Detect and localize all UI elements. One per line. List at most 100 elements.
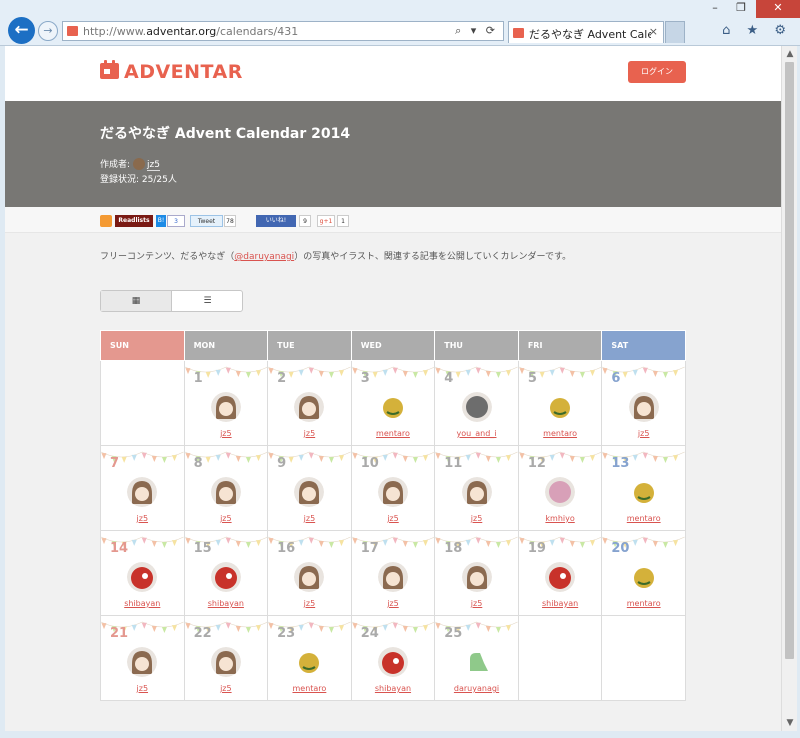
user-avatar-jz5[interactable] [294, 562, 325, 592]
day-cell-10: 10 jz5 [350, 445, 436, 531]
tab-favicon-icon [513, 28, 524, 38]
user-link[interactable]: daruyanagi [436, 684, 518, 693]
day-cell-17: 17 jz5 [350, 530, 436, 616]
user-link[interactable]: jz5 [352, 599, 434, 608]
user-link[interactable]: you_and_i [436, 429, 518, 438]
address-url[interactable]: http://www.adventar.org/calendars/431 [83, 25, 298, 38]
user-avatar-mentaro[interactable] [545, 392, 576, 422]
day-number: 23 [277, 626, 296, 641]
user-link[interactable]: kmhiyo [519, 514, 601, 523]
user-avatar-mentaro[interactable] [628, 562, 659, 592]
user-link[interactable]: jz5 [185, 429, 267, 438]
day-cell-23: 23 mentaro [267, 615, 352, 701]
user-link[interactable]: shibayan [101, 599, 183, 608]
user-link[interactable]: jz5 [185, 684, 267, 693]
creator-avatar[interactable] [133, 158, 146, 170]
user-avatar-shibayan[interactable] [545, 562, 576, 592]
user-avatar-daruyanagi[interactable] [461, 647, 492, 677]
calendar-view-icon[interactable]: ▦ [101, 291, 172, 311]
scroll-down-icon[interactable]: ▼ [782, 718, 798, 728]
user-avatar-mentaro[interactable] [377, 392, 408, 422]
user-avatar-mentaro[interactable] [628, 477, 659, 507]
user-avatar-jz5[interactable] [377, 562, 408, 592]
user-link[interactable]: mentaro [603, 599, 685, 608]
calendar-description: フリーコンテンツ、だるやなぎ（@daruyanagi）の写真やイラスト、関連する… [100, 252, 572, 262]
login-button[interactable]: ログイン [628, 61, 686, 83]
user-avatar-jz5[interactable] [461, 562, 492, 592]
user-avatar-jz5[interactable] [127, 477, 158, 507]
user-avatar-jz5[interactable] [461, 477, 492, 507]
day-number: 17 [360, 541, 379, 556]
list-view-icon[interactable]: ☰ [172, 291, 243, 311]
calendar-week: 14 shibayan 15 shibayan 16 jz5 17 jz5 18 jz5 19 shi… [100, 530, 686, 616]
user-link[interactable]: jz5 [603, 429, 685, 438]
restore-button[interactable]: ❐ [728, 0, 754, 18]
user-link[interactable]: mentaro [352, 429, 434, 438]
user-avatar-jz5[interactable] [210, 477, 241, 507]
day-number: 5 [527, 371, 537, 386]
day-number: 12 [527, 456, 546, 471]
readlists-button[interactable]: Readlists [115, 215, 153, 227]
browser-tools[interactable]: ⌂ ★ ⚙ [722, 23, 792, 38]
day-number: 18 [444, 541, 463, 556]
day-cell-18: 18 jz5 [434, 530, 519, 616]
user-avatar-kmhiyo[interactable] [545, 477, 576, 507]
registration-status: 登録状況: 25/25人 [100, 175, 177, 185]
user-avatar-shibayan[interactable] [210, 562, 241, 592]
back-button[interactable]: ← [8, 17, 35, 44]
tweet-button[interactable]: Tweet [190, 215, 223, 227]
scroll-up-icon[interactable]: ▲ [782, 49, 798, 59]
rss-icon[interactable] [100, 215, 112, 227]
user-link[interactable]: shibayan [519, 599, 601, 608]
user-avatar-you_and_i[interactable] [461, 392, 492, 422]
user-link[interactable]: jz5 [185, 514, 267, 523]
tab-close-icon[interactable]: × [649, 25, 658, 38]
user-link[interactable]: shibayan [185, 599, 267, 608]
user-avatar-jz5[interactable] [377, 477, 408, 507]
day-cell-21: 21 jz5 [100, 615, 185, 701]
user-link[interactable]: shibayan [352, 684, 434, 693]
user-avatar-jz5[interactable] [294, 477, 325, 507]
daruyanagi-link[interactable]: @daruyanagi [234, 252, 294, 262]
weekday-header-fri: FRI [517, 330, 603, 361]
user-avatar-jz5[interactable] [210, 392, 241, 422]
user-link[interactable]: jz5 [101, 684, 183, 693]
address-tools[interactable]: ⌕ ▾ ⟳ [455, 24, 498, 38]
vertical-scrollbar[interactable]: ▲ ▼ [781, 46, 797, 731]
user-avatar-jz5[interactable] [294, 392, 325, 422]
user-link[interactable]: mentaro [603, 514, 685, 523]
user-avatar-jz5[interactable] [628, 392, 659, 422]
user-link[interactable]: mentaro [269, 684, 351, 693]
new-tab-button[interactable] [665, 21, 685, 43]
creator-link[interactable]: jz5 [147, 160, 160, 171]
user-link[interactable]: jz5 [269, 514, 351, 523]
close-window-button[interactable]: ✕ [756, 0, 800, 18]
facebook-like-button[interactable]: いいね! [256, 215, 296, 227]
address-bar[interactable]: http://www.adventar.org/calendars/431 ⌕ … [62, 21, 504, 41]
day-cell-2: 2 jz5 [267, 360, 352, 446]
user-link[interactable]: jz5 [269, 429, 351, 438]
user-link[interactable]: jz5 [101, 514, 183, 523]
forward-button[interactable]: → [38, 21, 58, 41]
user-link[interactable]: mentaro [519, 429, 601, 438]
browser-tab[interactable]: だるやなぎ Advent Calenda × [508, 21, 664, 43]
user-link[interactable]: jz5 [352, 514, 434, 523]
day-cell-9: 9 jz5 [267, 445, 352, 531]
day-number: 9 [277, 456, 287, 471]
google-plus-button[interactable]: g+1 [317, 215, 335, 227]
minimize-button[interactable]: – [702, 0, 728, 18]
empty-day-cell [601, 615, 686, 701]
day-number: 4 [444, 371, 454, 386]
user-link[interactable]: jz5 [436, 514, 518, 523]
user-avatar-shibayan[interactable] [377, 647, 408, 677]
page-title: だるやなぎ Advent Calendar 2014 [100, 126, 351, 142]
user-avatar-mentaro[interactable] [294, 647, 325, 677]
scroll-thumb[interactable] [785, 62, 794, 659]
user-avatar-shibayan[interactable] [127, 562, 158, 592]
user-link[interactable]: jz5 [436, 599, 518, 608]
user-link[interactable]: jz5 [269, 599, 351, 608]
hatena-bookmark-button[interactable]: B! [156, 215, 166, 227]
day-number: 6 [611, 371, 621, 386]
user-avatar-jz5[interactable] [210, 647, 241, 677]
user-avatar-jz5[interactable] [127, 647, 158, 677]
